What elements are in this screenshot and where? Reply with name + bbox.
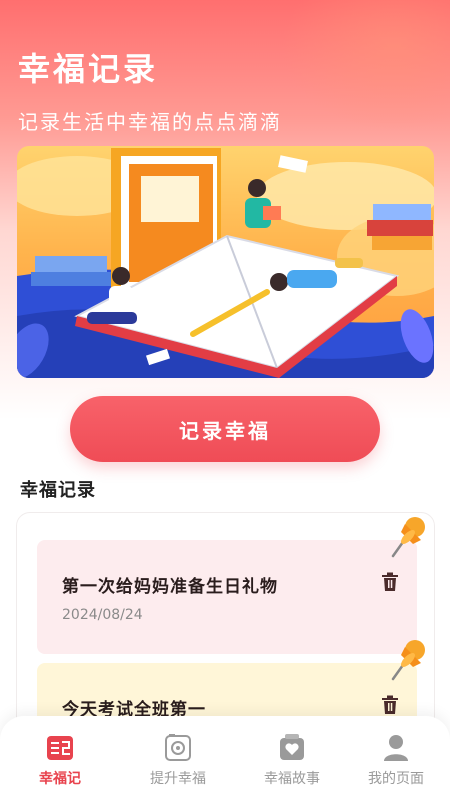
camera-icon bbox=[165, 734, 191, 761]
tab-happiness-record[interactable]: 幸福记 bbox=[4, 716, 116, 800]
heart-box-icon bbox=[280, 734, 304, 760]
pushpin-icon bbox=[391, 640, 425, 681]
pushpin-icon bbox=[391, 517, 425, 558]
trash-icon[interactable] bbox=[381, 572, 399, 592]
bottom-tab-bar: 幸福记 提升幸福 幸福故事 我的页面 bbox=[0, 716, 450, 800]
tab-improve-happiness[interactable]: 提升幸福 bbox=[122, 716, 234, 800]
record-date: 2024/08/24 bbox=[62, 607, 143, 623]
record-card[interactable]: 第一次给妈妈准备生日礼物 2024/08/24 bbox=[37, 517, 425, 654]
trash-icon[interactable] bbox=[381, 695, 399, 715]
hero-illustration bbox=[17, 146, 434, 378]
tab-label: 提升幸福 bbox=[150, 771, 206, 787]
record-happiness-button[interactable]: 记录幸福 bbox=[70, 396, 380, 462]
header: 幸福记录 记录生活中幸福的点点滴滴 bbox=[18, 44, 282, 135]
page-title: 幸福记录 bbox=[18, 50, 159, 88]
tab-label: 幸福记 bbox=[39, 771, 81, 787]
tab-label: 幸福故事 bbox=[264, 771, 320, 787]
user-icon bbox=[384, 735, 408, 761]
section-title: 幸福记录 bbox=[20, 480, 96, 501]
record-title: 第一次给妈妈准备生日礼物 bbox=[62, 577, 278, 597]
tab-happiness-stories[interactable]: 幸福故事 bbox=[236, 716, 348, 800]
record-icon bbox=[47, 736, 73, 760]
tab-label: 我的页面 bbox=[368, 771, 424, 787]
tab-my-page[interactable]: 我的页面 bbox=[340, 716, 450, 800]
page-subtitle: 记录生活中幸福的点点滴滴 bbox=[18, 110, 282, 134]
